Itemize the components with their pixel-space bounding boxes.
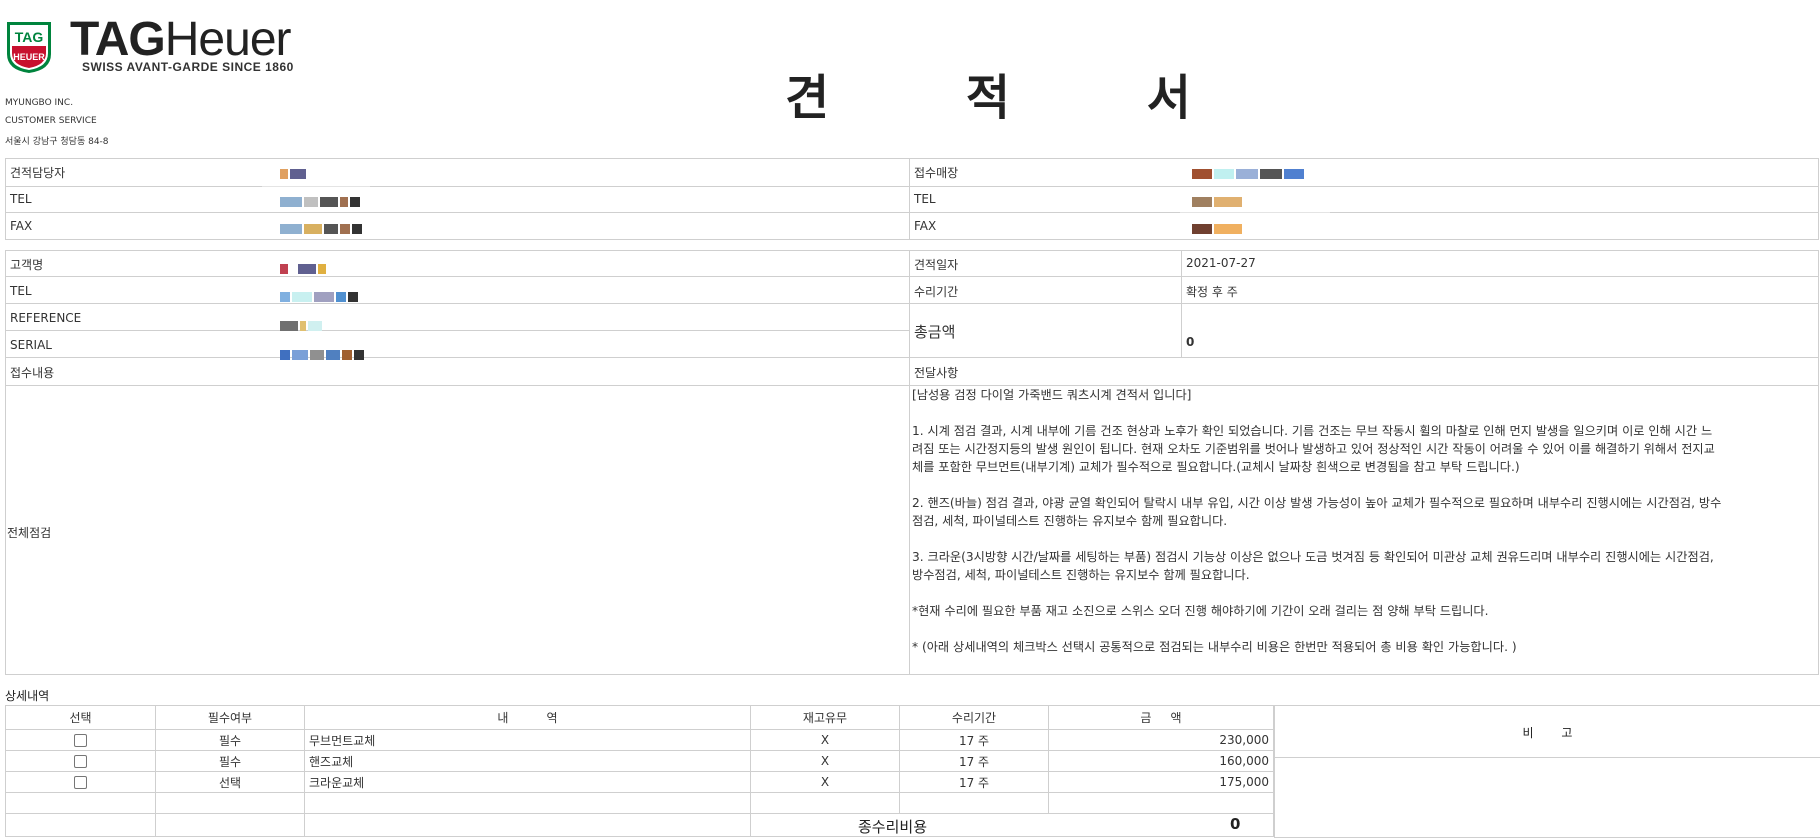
col-amount: 금 액 bbox=[1048, 705, 1274, 730]
estimator-label: 견적담당자 bbox=[10, 166, 66, 180]
amount-cell: 230,000 bbox=[1048, 729, 1274, 751]
amount-cell: 175,000 bbox=[1048, 771, 1274, 793]
col-item: 내 역 bbox=[304, 705, 751, 730]
redacted-reference bbox=[280, 321, 322, 331]
redacted-customer-tel bbox=[280, 292, 358, 302]
redacted-estimator-fax bbox=[280, 224, 362, 234]
stock-cell: X bbox=[750, 771, 900, 793]
redacted-customer-name bbox=[280, 264, 326, 274]
row-select-checkbox[interactable] bbox=[74, 776, 87, 789]
redacted-serial bbox=[280, 350, 364, 360]
detail-header-row: 선택 필수여부 내 역 재고유무 수리기간 금 액 bbox=[5, 705, 1274, 730]
period-cell: 17 주 bbox=[899, 750, 1049, 772]
required-cell: 선택 bbox=[155, 771, 305, 793]
page-title: 견 적 서 bbox=[785, 70, 1231, 126]
reception-label: 접수내용 bbox=[10, 366, 55, 380]
repair-period-label: 수리기간 bbox=[914, 285, 959, 299]
total-amount-value: 0 bbox=[1186, 335, 1195, 349]
estimator-tel-label: TEL bbox=[10, 192, 32, 206]
inspection-notes: [남성용 검정 다이얼 가죽밴드 쿼츠시계 견적서 입니다] 1. 시계 점검 … bbox=[912, 388, 1722, 654]
col-required: 필수여부 bbox=[155, 705, 305, 730]
redacted-store-fax bbox=[1192, 224, 1242, 234]
repair-total-label: 종수리비용 bbox=[858, 818, 928, 836]
message-label: 전달사항 bbox=[914, 366, 959, 380]
redacted-store bbox=[1192, 169, 1304, 179]
remarks-label: 비 고 bbox=[1522, 726, 1573, 740]
brand-tagline: SWISS AVANT-GARDE SINCE 1860 bbox=[82, 60, 294, 74]
table-total-row bbox=[5, 813, 1274, 837]
detail-section-label: 상세내역 bbox=[5, 689, 50, 703]
redacted-estimator-tel bbox=[280, 197, 360, 207]
inspection-label: 전체점검 bbox=[7, 526, 52, 540]
store-tel-label: TEL bbox=[914, 192, 936, 206]
table-row-empty bbox=[5, 792, 1274, 814]
row-select-checkbox[interactable] bbox=[74, 755, 87, 768]
required-cell: 필수 bbox=[155, 729, 305, 751]
repair-period-value: 확정 후 주 bbox=[1186, 285, 1238, 299]
company-department: CUSTOMER SERVICE bbox=[5, 116, 97, 126]
reference-label: REFERENCE bbox=[10, 311, 82, 325]
col-period: 수리기간 bbox=[899, 705, 1049, 730]
required-cell: 필수 bbox=[155, 750, 305, 772]
repair-total-value: 0 bbox=[1230, 815, 1241, 833]
store-fax-label: FAX bbox=[914, 219, 937, 233]
store-label: 접수매장 bbox=[914, 166, 959, 180]
item-cell: 크라운교체 bbox=[304, 771, 751, 793]
stock-cell: X bbox=[750, 729, 900, 751]
company-name: MYUNGBO INC. bbox=[5, 98, 74, 108]
quote-date-label: 견적일자 bbox=[914, 258, 959, 272]
svg-text:TAG: TAG bbox=[15, 29, 44, 45]
period-cell: 17 주 bbox=[899, 771, 1049, 793]
customer-tel-label: TEL bbox=[10, 284, 32, 298]
col-select: 선택 bbox=[5, 705, 156, 730]
estimator-fax-label: FAX bbox=[10, 219, 33, 233]
company-address: 서울시 강남구 청담동 84-8 bbox=[5, 137, 109, 147]
table-row: 필수 무브먼트교체 X 17 주 230,000 bbox=[5, 729, 1274, 751]
item-cell: 핸즈교체 bbox=[304, 750, 751, 772]
redacted-store-tel bbox=[1192, 197, 1242, 207]
period-cell: 17 주 bbox=[899, 729, 1049, 751]
detail-table: 선택 필수여부 내 역 재고유무 수리기간 금 액 필수 무브먼트교체 X 17… bbox=[5, 705, 1274, 837]
tag-heuer-shield-logo: TAG HEUER bbox=[7, 22, 51, 73]
table-row: 선택 크라운교체 X 17 주 175,000 bbox=[5, 771, 1274, 793]
remarks-box: 비 고 bbox=[1274, 705, 1820, 838]
item-cell: 무브먼트교체 bbox=[304, 729, 751, 751]
customer-name-label: 고객명 bbox=[10, 258, 44, 272]
redacted-estimator bbox=[280, 169, 306, 179]
svg-text:HEUER: HEUER bbox=[13, 52, 45, 62]
brand-name: TAGHeuer bbox=[70, 13, 291, 66]
total-amount-label: 총금액 bbox=[914, 323, 956, 341]
stock-cell: X bbox=[750, 750, 900, 772]
amount-cell: 160,000 bbox=[1048, 750, 1274, 772]
serial-label: SERIAL bbox=[10, 338, 52, 352]
table-row: 필수 핸즈교체 X 17 주 160,000 bbox=[5, 750, 1274, 772]
row-select-checkbox[interactable] bbox=[74, 734, 87, 747]
col-stock: 재고유무 bbox=[750, 705, 900, 730]
quote-date-value: 2021-07-27 bbox=[1186, 256, 1256, 270]
